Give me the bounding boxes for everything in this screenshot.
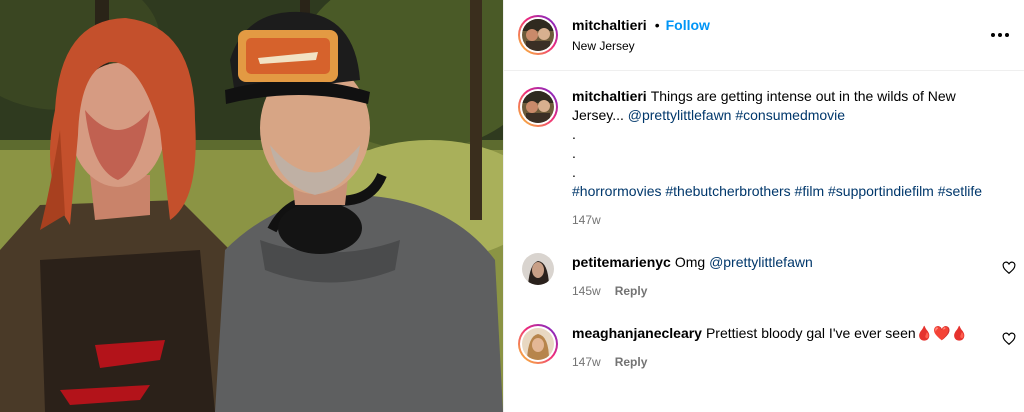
post-caption: mitchaltieri Things are getting intense o… <box>504 71 1024 227</box>
commenter-username[interactable]: petitemarienyc <box>572 254 671 270</box>
header-separator: • <box>654 17 660 33</box>
commenter-avatar[interactable] <box>518 324 558 364</box>
comment-text-block: meaghanjanecleary Prettiest bloody gal I'… <box>572 324 992 343</box>
commenter-avatar-image <box>522 253 554 285</box>
comment-item: meaghanjanecleary Prettiest bloody gal I'… <box>504 324 1024 369</box>
caption-dot-2: . <box>572 145 576 161</box>
reply-button[interactable]: Reply <box>615 284 648 298</box>
caption-author-avatar-image <box>522 91 554 123</box>
comment-age[interactable]: 147w <box>572 355 601 369</box>
comment-emoji: 🩸❤️🩸 <box>915 325 968 341</box>
comment-mention[interactable]: @prettylittlefawn <box>709 254 813 270</box>
heart-outline-icon[interactable] <box>1002 261 1016 275</box>
follow-button[interactable]: Follow <box>666 17 710 33</box>
caption-dot-3: . <box>572 164 576 180</box>
more-options-icon[interactable] <box>988 26 1012 44</box>
comment-text: Omg <box>674 254 710 270</box>
author-username[interactable]: mitchaltieri <box>572 17 647 33</box>
caption-mention[interactable]: @prettylittlefawn <box>628 107 732 123</box>
caption-dot-1: . <box>572 126 576 142</box>
comment-meta: 147w Reply <box>572 355 992 369</box>
instagram-post: mitchaltieri • Follow New Jersey mitchal… <box>0 0 1024 412</box>
post-photo-illustration <box>0 0 503 412</box>
post-details-panel: mitchaltieri • Follow New Jersey mitchal… <box>503 0 1024 412</box>
caption-text-block: mitchaltieri Things are getting intense o… <box>572 87 992 125</box>
author-avatar[interactable] <box>518 15 558 55</box>
comment-age[interactable]: 145w <box>572 284 601 298</box>
post-photo[interactable] <box>0 0 503 412</box>
post-location[interactable]: New Jersey <box>572 39 710 53</box>
author-avatar-image <box>522 19 554 51</box>
caption-age[interactable]: 147w <box>572 213 601 227</box>
comment-meta: 145w Reply <box>572 284 992 298</box>
comment-item: petitemarienyc Omg @prettylittlefawn 145w… <box>504 253 1024 298</box>
caption-author-username[interactable]: mitchaltieri <box>572 88 647 104</box>
commenter-avatar[interactable] <box>522 253 554 285</box>
commenter-avatar-image <box>522 328 554 360</box>
reply-button[interactable]: Reply <box>615 355 648 369</box>
heart-outline-icon[interactable] <box>1002 332 1016 346</box>
caption-hashtags[interactable]: #horrormovies #thebutcherbrothers #film … <box>572 182 992 201</box>
caption-meta: 147w <box>572 213 992 227</box>
commenter-username[interactable]: meaghanjanecleary <box>572 325 702 341</box>
comment-text-block: petitemarienyc Omg @prettylittlefawn <box>572 253 992 272</box>
caption-hashtag[interactable]: #consumedmovie <box>735 107 845 123</box>
post-header: mitchaltieri • Follow New Jersey <box>504 0 1024 71</box>
comment-text: Prettiest bloody gal I've ever seen <box>705 325 916 341</box>
caption-author-avatar[interactable] <box>518 87 558 127</box>
